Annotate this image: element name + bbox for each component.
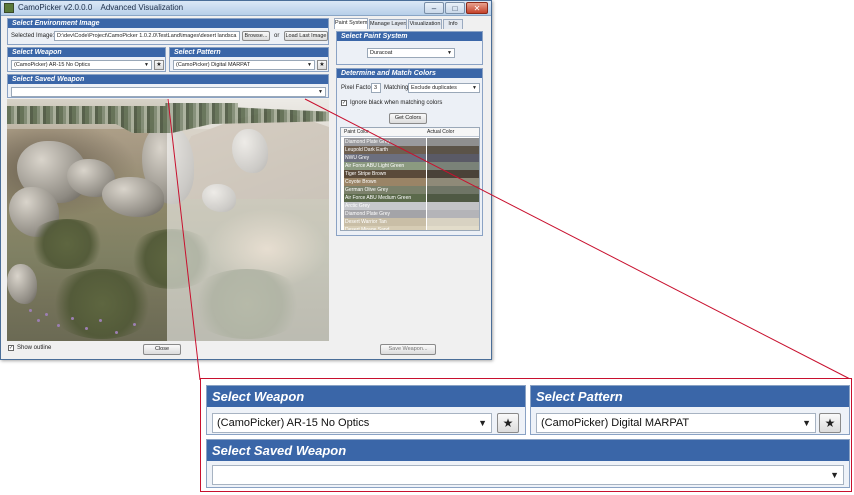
chevron-down-icon: ▼: [830, 470, 839, 480]
chevron-down-icon: ▼: [802, 418, 811, 428]
zoom-weapon-select[interactable]: (CamoPicker) AR-15 No Optics ▼: [212, 413, 492, 433]
zoom-callout: Select Weapon (CamoPicker) AR-15 No Opti…: [200, 378, 852, 492]
zoom-pattern-panel: Select Pattern (CamoPicker) Digital MARP…: [530, 385, 850, 435]
zoom-saved-weapon-panel: Select Saved Weapon ▼: [206, 439, 850, 488]
zoom-weapon-panel: Select Weapon (CamoPicker) AR-15 No Opti…: [206, 385, 526, 435]
screenshot-stage: CamoPicker v2.0.0.0 Advanced Visualizati…: [0, 0, 854, 495]
zoom-weapon-header: Select Weapon: [207, 386, 525, 407]
zoom-pattern-header: Select Pattern: [531, 386, 849, 407]
star-icon: ★: [502, 416, 514, 430]
zoom-pattern-star-button[interactable]: ★: [819, 413, 841, 433]
zoom-pattern-select[interactable]: (CamoPicker) Digital MARPAT ▼: [536, 413, 816, 433]
callout-line-left: [167, 98, 201, 381]
zoom-weapon-selected: (CamoPicker) AR-15 No Optics: [217, 417, 370, 429]
zoom-saved-weapon-select[interactable]: ▼: [212, 465, 844, 485]
zoom-weapon-star-button[interactable]: ★: [497, 413, 519, 433]
chevron-down-icon: ▼: [478, 418, 487, 428]
callout-line-right: [304, 98, 853, 381]
zoom-saved-weapon-header: Select Saved Weapon: [207, 440, 849, 461]
star-icon: ★: [824, 416, 836, 430]
zoom-pattern-selected: (CamoPicker) Digital MARPAT: [541, 417, 690, 429]
